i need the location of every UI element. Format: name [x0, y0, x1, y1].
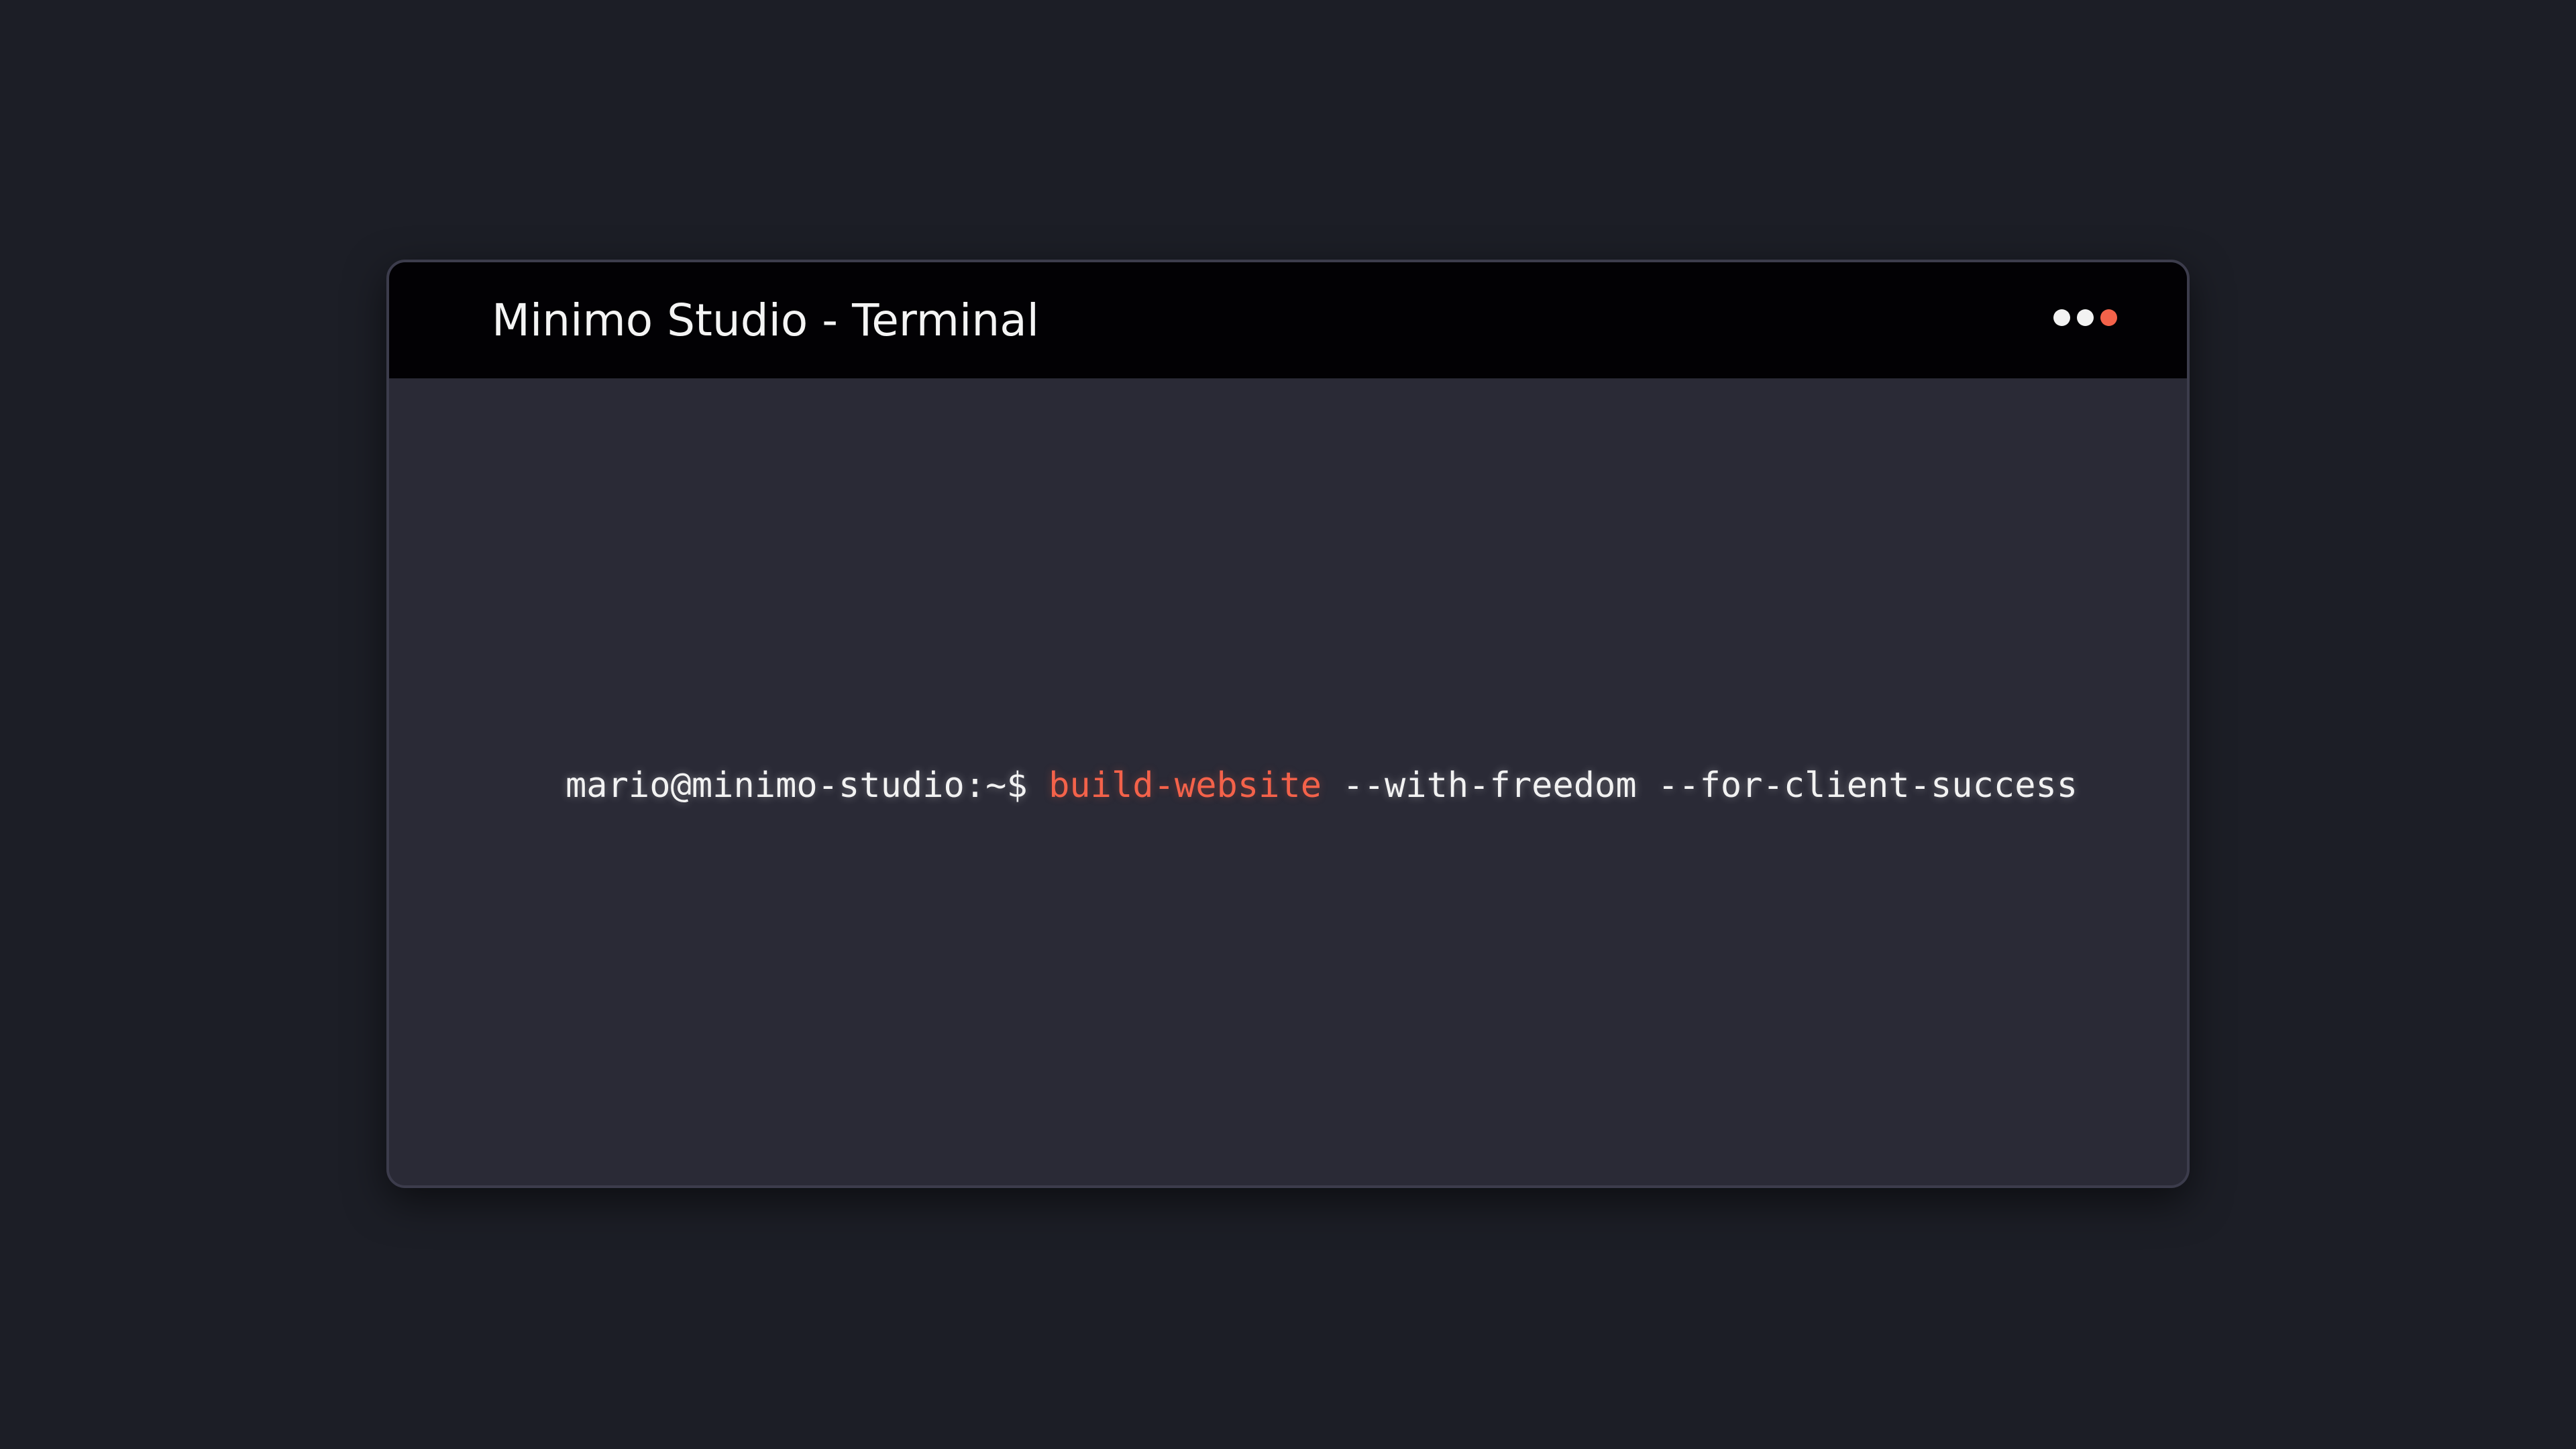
command-args: --with-freedom --for-client-success [1342, 765, 2078, 806]
titlebar: Minimo Studio - Terminal [389, 262, 2187, 378]
window-control-dot-1[interactable] [2053, 309, 2070, 326]
command-line: mario@minimo-studio:~$ build-website --w… [566, 762, 2078, 809]
window-control-dot-3[interactable] [2100, 309, 2117, 326]
terminal-window: Minimo Studio - Terminal mario@minimo-st… [386, 260, 2190, 1188]
prompt: mario@minimo-studio:~$ [566, 765, 1028, 806]
window-title: Minimo Studio - Terminal [492, 294, 1040, 346]
terminal-body[interactable]: mario@minimo-studio:~$ build-website --w… [389, 378, 2187, 1185]
command-name: build-website [1049, 765, 1322, 806]
window-controls [2053, 309, 2117, 326]
window-control-dot-2[interactable] [2077, 309, 2094, 326]
